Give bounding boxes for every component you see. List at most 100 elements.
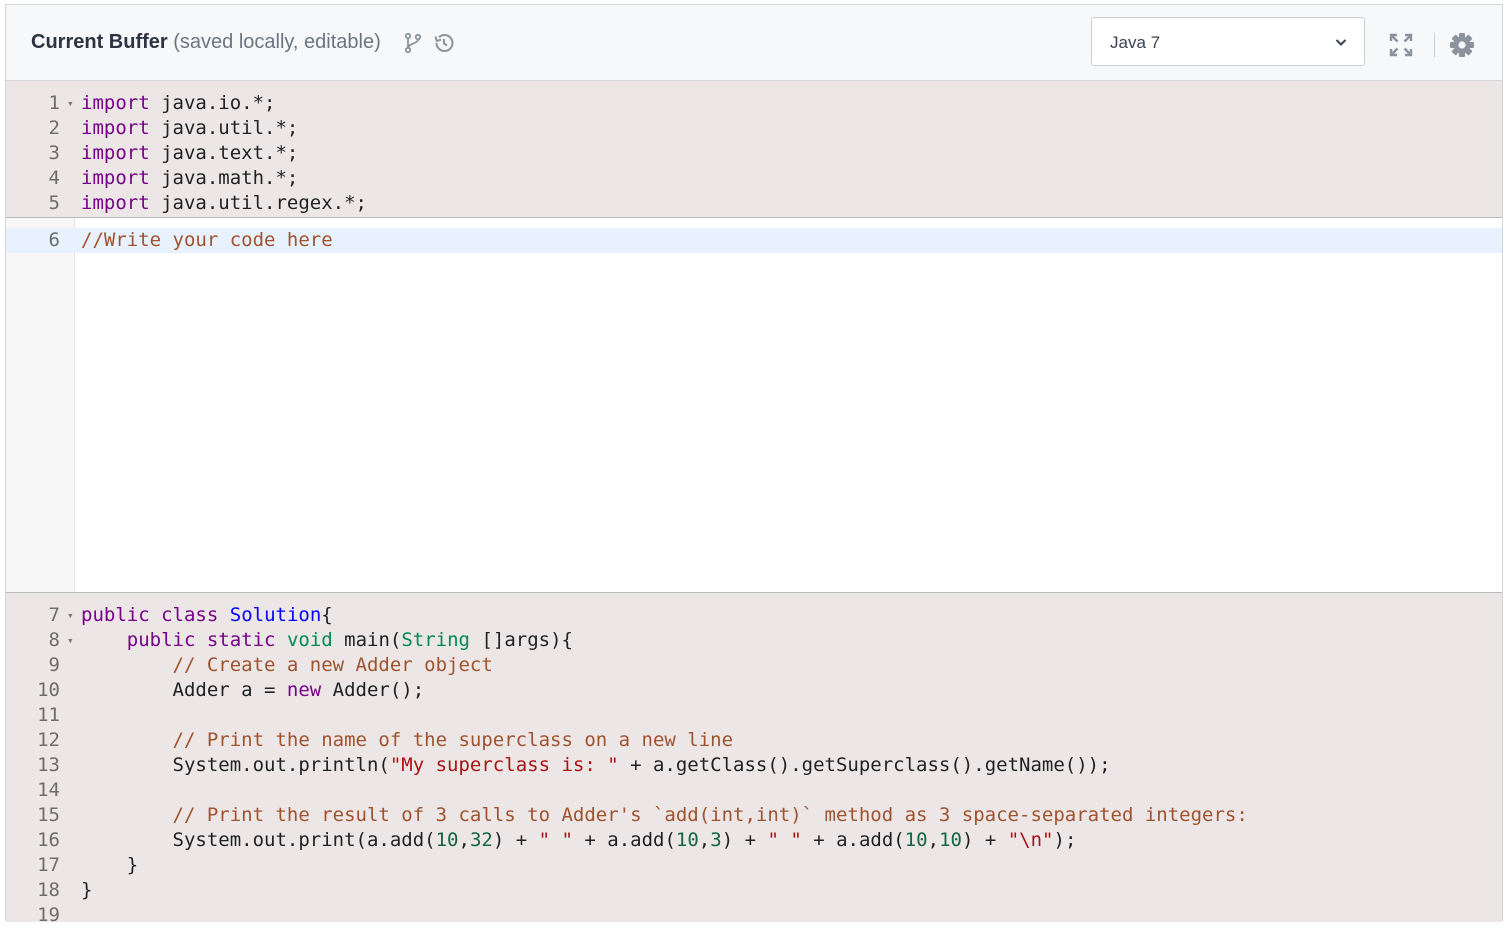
code-text: import java.text.*; (81, 141, 298, 166)
code-token: + a.getClass().getSuperclass().getName()… (618, 754, 1111, 776)
code-token: "\n" (1007, 829, 1054, 851)
code-line[interactable]: 13 System.out.println("My superclass is:… (6, 753, 1502, 778)
code-token: } (81, 879, 93, 901)
code-line[interactable]: 11 (6, 703, 1502, 728)
language-select[interactable]: Java 7 (1091, 17, 1365, 66)
code-line[interactable]: 1 ▾ import java.io.*; (6, 91, 1502, 116)
fold-toggle-icon[interactable]: ▾ (67, 603, 74, 628)
code-token: 10 (904, 829, 928, 851)
code-token: " " (767, 829, 802, 851)
code-line[interactable]: 6 //Write your code here (6, 228, 1502, 253)
code-line[interactable]: 4 import java.math.*; (6, 166, 1502, 191)
code-token: 10 (675, 829, 699, 851)
branch-icon[interactable] (401, 31, 425, 55)
code-line[interactable]: 19 (6, 903, 1502, 928)
code-token: import (81, 117, 150, 139)
code-text: Adder a = new Adder(); (81, 678, 425, 703)
code-text: import java.math.*; (81, 166, 298, 191)
line-number: 1 (48, 92, 60, 114)
code-line[interactable]: 17 } (6, 853, 1502, 878)
buffer-subtitle: (saved locally, editable) (173, 31, 381, 53)
code-token: java.util.regex.*; (149, 192, 367, 214)
code-token: String (401, 629, 470, 651)
line-number: 12 (37, 729, 60, 751)
code-token: java.io.*; (149, 92, 276, 114)
code-token: // Print the result of 3 calls to Adder'… (172, 804, 1248, 826)
settings-icon[interactable] (1448, 31, 1476, 59)
code-text: // Create a new Adder object (81, 653, 493, 678)
fold-toggle-icon[interactable]: ▾ (67, 91, 74, 116)
code-text: // Print the result of 3 calls to Adder'… (81, 803, 1248, 828)
code-line[interactable]: 16 System.out.print(a.add(10,32) + " " +… (6, 828, 1502, 853)
code-token: static (206, 629, 276, 651)
code-line[interactable]: 14 (6, 778, 1502, 803)
code-token: 3 (710, 829, 722, 851)
code-line[interactable]: 3 import java.text.*; (6, 141, 1502, 166)
code-text: import java.io.*; (81, 91, 275, 116)
code-token: java.util.*; (149, 117, 299, 139)
code-token: , (698, 829, 711, 851)
code-token: class (161, 604, 219, 626)
code-token: main( (332, 629, 402, 651)
line-number: 15 (37, 804, 60, 826)
code-token: } (81, 854, 139, 876)
code-text: } (81, 853, 138, 878)
code-line[interactable]: 5 import java.util.regex.*; (6, 191, 1502, 216)
line-number: 3 (48, 142, 60, 164)
code-text: import java.util.regex.*; (81, 191, 367, 216)
code-token: , (458, 829, 470, 851)
code-token: ) + (721, 829, 768, 851)
code-token: ) + (961, 829, 1008, 851)
line-number: 16 (37, 829, 60, 851)
header-divider (1434, 33, 1435, 57)
code-token: import (81, 192, 150, 214)
code-text: import java.util.*; (81, 116, 298, 141)
code-line[interactable]: 10 Adder a = new Adder(); (6, 678, 1502, 703)
code-editor-panel: Current Buffer (saved locally, editable)… (5, 4, 1503, 926)
code-token: // Create a new Adder object (172, 654, 493, 676)
line-number: 8 (48, 629, 60, 651)
code-text: public static void main(String []args){ (81, 628, 573, 653)
code-line[interactable]: 9 // Create a new Adder object (6, 653, 1502, 678)
code-text: public class Solution{ (81, 603, 333, 628)
code-token: java.text.*; (149, 142, 299, 164)
line-number: 13 (37, 754, 60, 776)
code-token: import (81, 142, 150, 164)
line-number: 18 (37, 879, 60, 901)
code-token: import (81, 92, 150, 114)
code-token: "My superclass is: " (389, 754, 619, 776)
code-token: , (927, 829, 940, 851)
code-line[interactable]: 12 // Print the name of the superclass o… (6, 728, 1502, 753)
code-token: public (81, 604, 150, 626)
code-line[interactable]: 8 ▾ public static void main(String []args… (6, 628, 1502, 653)
code-line[interactable]: 18} (6, 878, 1502, 903)
code-token: public (126, 629, 196, 651)
code-text: // Print the name of the superclass on a… (81, 728, 734, 753)
line-number: 2 (48, 117, 60, 139)
code-token: " " (538, 829, 573, 851)
code-line[interactable]: 2 import java.util.*; (6, 116, 1502, 141)
line-number: 11 (37, 704, 60, 726)
line-number: 4 (48, 167, 60, 189)
line-number: 9 (48, 654, 60, 676)
readonly-footer-code: 7 ▾ public class Solution{ 8 ▾ public static… (6, 592, 1502, 926)
code-line[interactable]: 7 ▾ public class Solution{ (6, 603, 1502, 628)
editable-code-area[interactable]: 6 //Write your code here (6, 218, 1502, 592)
line-number: 19 (37, 904, 60, 926)
fullscreen-icon[interactable] (1387, 31, 1415, 59)
code-line[interactable]: 15 // Print the result of 3 calls to Add… (6, 803, 1502, 828)
readonly-header-code: 1 ▾ import java.io.*; 2 import java.util.*; 3… (6, 81, 1502, 218)
code-token: ); (1053, 829, 1077, 851)
fold-toggle-icon[interactable]: ▾ (67, 628, 74, 653)
line-number: 7 (48, 604, 60, 626)
history-icon[interactable] (432, 31, 456, 55)
buffer-title: Current Buffer (saved locally, editable) (31, 31, 381, 54)
code-token: void (286, 629, 333, 651)
code-text: System.out.print(a.add(10,32) + " " + a.… (81, 828, 1077, 853)
